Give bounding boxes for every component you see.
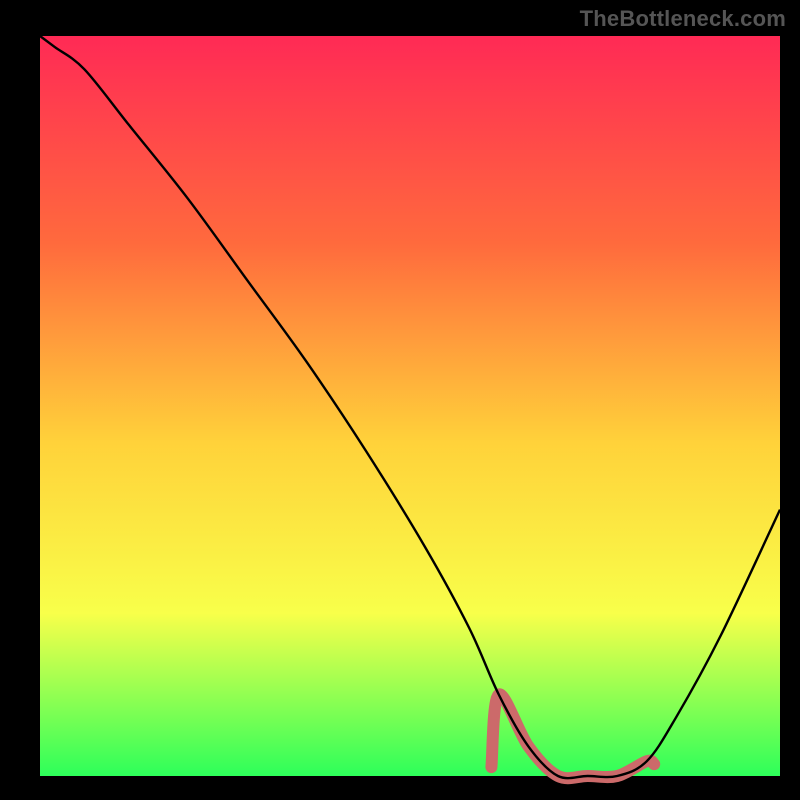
chart-stage: TheBottleneck.com	[0, 0, 800, 800]
plot-svg	[0, 0, 800, 800]
gradient-field	[40, 36, 780, 776]
watermark-text: TheBottleneck.com	[580, 6, 786, 32]
